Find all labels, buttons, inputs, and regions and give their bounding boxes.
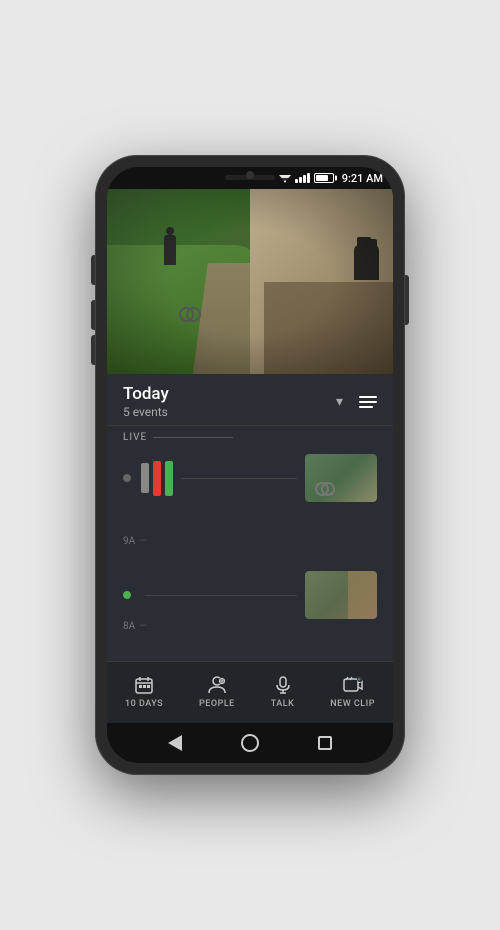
status-icons: 9:21 AM [279, 172, 383, 185]
clip-icon: + [342, 674, 364, 696]
camera-view[interactable] [107, 189, 393, 374]
toolbar-newclip[interactable]: + NEW CLIP [322, 670, 383, 713]
mic-icon [272, 674, 294, 696]
live-label: LIVE [123, 432, 233, 443]
chevron-down-icon[interactable]: ▾ [336, 394, 343, 410]
toolbar-talk-label: TALK [271, 699, 295, 709]
wifi-icon [279, 173, 291, 183]
nav-recents-button[interactable] [315, 733, 335, 753]
battery-icon [314, 173, 334, 183]
toolbar-talk[interactable]: TALK [263, 670, 303, 713]
bike [179, 305, 201, 319]
thumb-bike-icon [315, 480, 335, 494]
thumb-house-detail [348, 571, 377, 619]
event-line-1 [181, 478, 297, 479]
house-porch [264, 282, 393, 375]
nav-bar [107, 723, 393, 763]
nav-back-icon [168, 735, 182, 751]
menu-line-1 [359, 396, 377, 398]
person-icon [206, 674, 228, 696]
toolbar-10days[interactable]: 10 DAYS [117, 670, 171, 713]
bar-green [165, 461, 173, 496]
event-line-2 [145, 595, 297, 596]
menu-line-2 [359, 401, 377, 403]
signal-icon [295, 173, 310, 183]
event-dot-1 [123, 474, 131, 482]
nav-home-button[interactable] [240, 733, 260, 753]
bottom-panel: Today 5 events ▾ LIVE [107, 374, 393, 723]
person-silhouette [164, 235, 176, 265]
status-time: 9:21 AM [342, 172, 383, 185]
phone-screen: 9:21 AM Today 5 events [107, 167, 393, 763]
front-camera [246, 171, 254, 179]
toolbar-newclip-label: NEW CLIP [330, 699, 375, 709]
phone-frame: 9:21 AM Today 5 events [95, 155, 405, 775]
events-count: 5 events [123, 405, 169, 419]
event-bars-1 [141, 461, 173, 496]
nav-back-button[interactable] [165, 733, 185, 753]
event-row-1[interactable] [123, 454, 377, 502]
event-dot-2 [123, 591, 131, 599]
toolbar-people[interactable]: PEOPLE [191, 670, 243, 713]
live-line [153, 437, 233, 438]
camera-scene [107, 189, 393, 374]
event-thumbnail-1[interactable] [305, 454, 377, 502]
today-section: Today 5 events [123, 384, 169, 419]
time-label-9a: 9A — [123, 536, 147, 547]
event-row-2[interactable] [123, 571, 377, 619]
bar-red [153, 461, 161, 496]
header-row: Today 5 events ▾ [107, 374, 393, 425]
time-label-8a: 8A — [123, 621, 147, 632]
nav-recents-icon [318, 736, 332, 750]
toolbar-10days-label: 10 DAYS [125, 699, 163, 709]
calendar-icon [133, 674, 155, 696]
toolbar-people-label: PEOPLE [199, 699, 235, 709]
timeline-area: LIVE [107, 426, 393, 661]
bottom-toolbar: 10 DAYS PEOPLE [107, 661, 393, 723]
today-title: Today [123, 384, 169, 404]
hand-wave [354, 245, 379, 280]
menu-line-3 [359, 406, 373, 408]
bar-gray [141, 463, 149, 493]
header-right: ▾ [336, 394, 377, 410]
nav-home-icon [241, 734, 259, 752]
menu-icon[interactable] [359, 396, 377, 408]
event-thumbnail-2[interactable] [305, 571, 377, 619]
